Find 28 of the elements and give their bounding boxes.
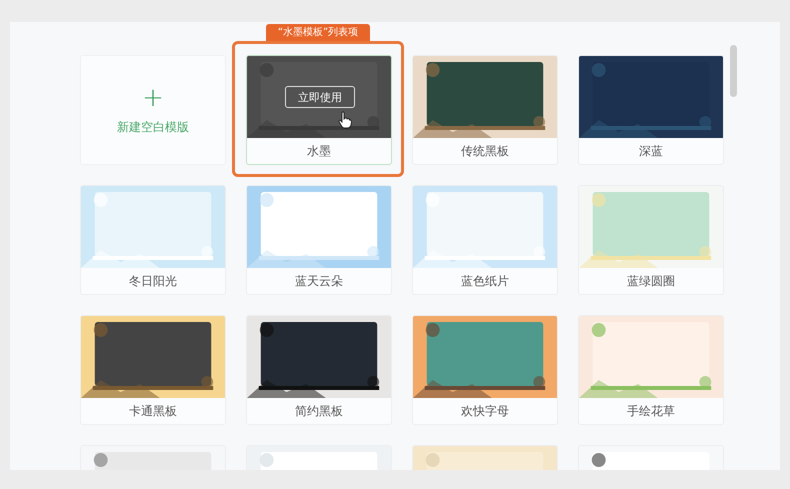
- template-card[interactable]: 蓝绿圆圈: [578, 185, 724, 295]
- scrollbar[interactable]: [730, 45, 737, 97]
- template-card[interactable]: 欢快字母: [412, 315, 558, 425]
- card-label: 水墨: [306, 142, 332, 160]
- template-card[interactable]: 卡通黑板: [80, 315, 226, 425]
- template-card[interactable]: 立即使用 水墨: [246, 55, 392, 165]
- card-label: 欢快字母: [460, 402, 510, 420]
- card-label: 新建空白模版: [117, 118, 189, 136]
- card-label: 蓝天云朵: [294, 272, 344, 290]
- template-card[interactable]: 蓝天云朵: [246, 185, 392, 295]
- card-label: 蓝绿圆圈: [626, 272, 676, 290]
- template-card[interactable]: 蓝色纸片: [412, 185, 558, 295]
- hand-cursor-icon: [338, 111, 352, 129]
- callout-tag: “水墨模板”列表项: [266, 24, 370, 41]
- card-label: 手绘花草: [626, 402, 676, 420]
- template-card[interactable]: 手绘花草: [578, 315, 724, 425]
- template-card[interactable]: 传统黑板: [412, 55, 558, 165]
- card-label: 深蓝: [638, 142, 664, 160]
- use-now-button[interactable]: 立即使用: [285, 86, 355, 108]
- card-label: 简约黑板: [294, 402, 344, 420]
- card-label: 冬日阳光: [128, 272, 178, 290]
- template-card[interactable]: 深蓝: [578, 55, 724, 165]
- template-card[interactable]: 冬日阳光: [80, 185, 226, 295]
- template-card[interactable]: 简约黑板: [246, 315, 392, 425]
- card-label: 传统黑板: [460, 142, 510, 160]
- card-label: 蓝色纸片: [460, 272, 510, 290]
- card-label: 卡通黑板: [128, 402, 178, 420]
- plus-icon: +: [142, 84, 164, 110]
